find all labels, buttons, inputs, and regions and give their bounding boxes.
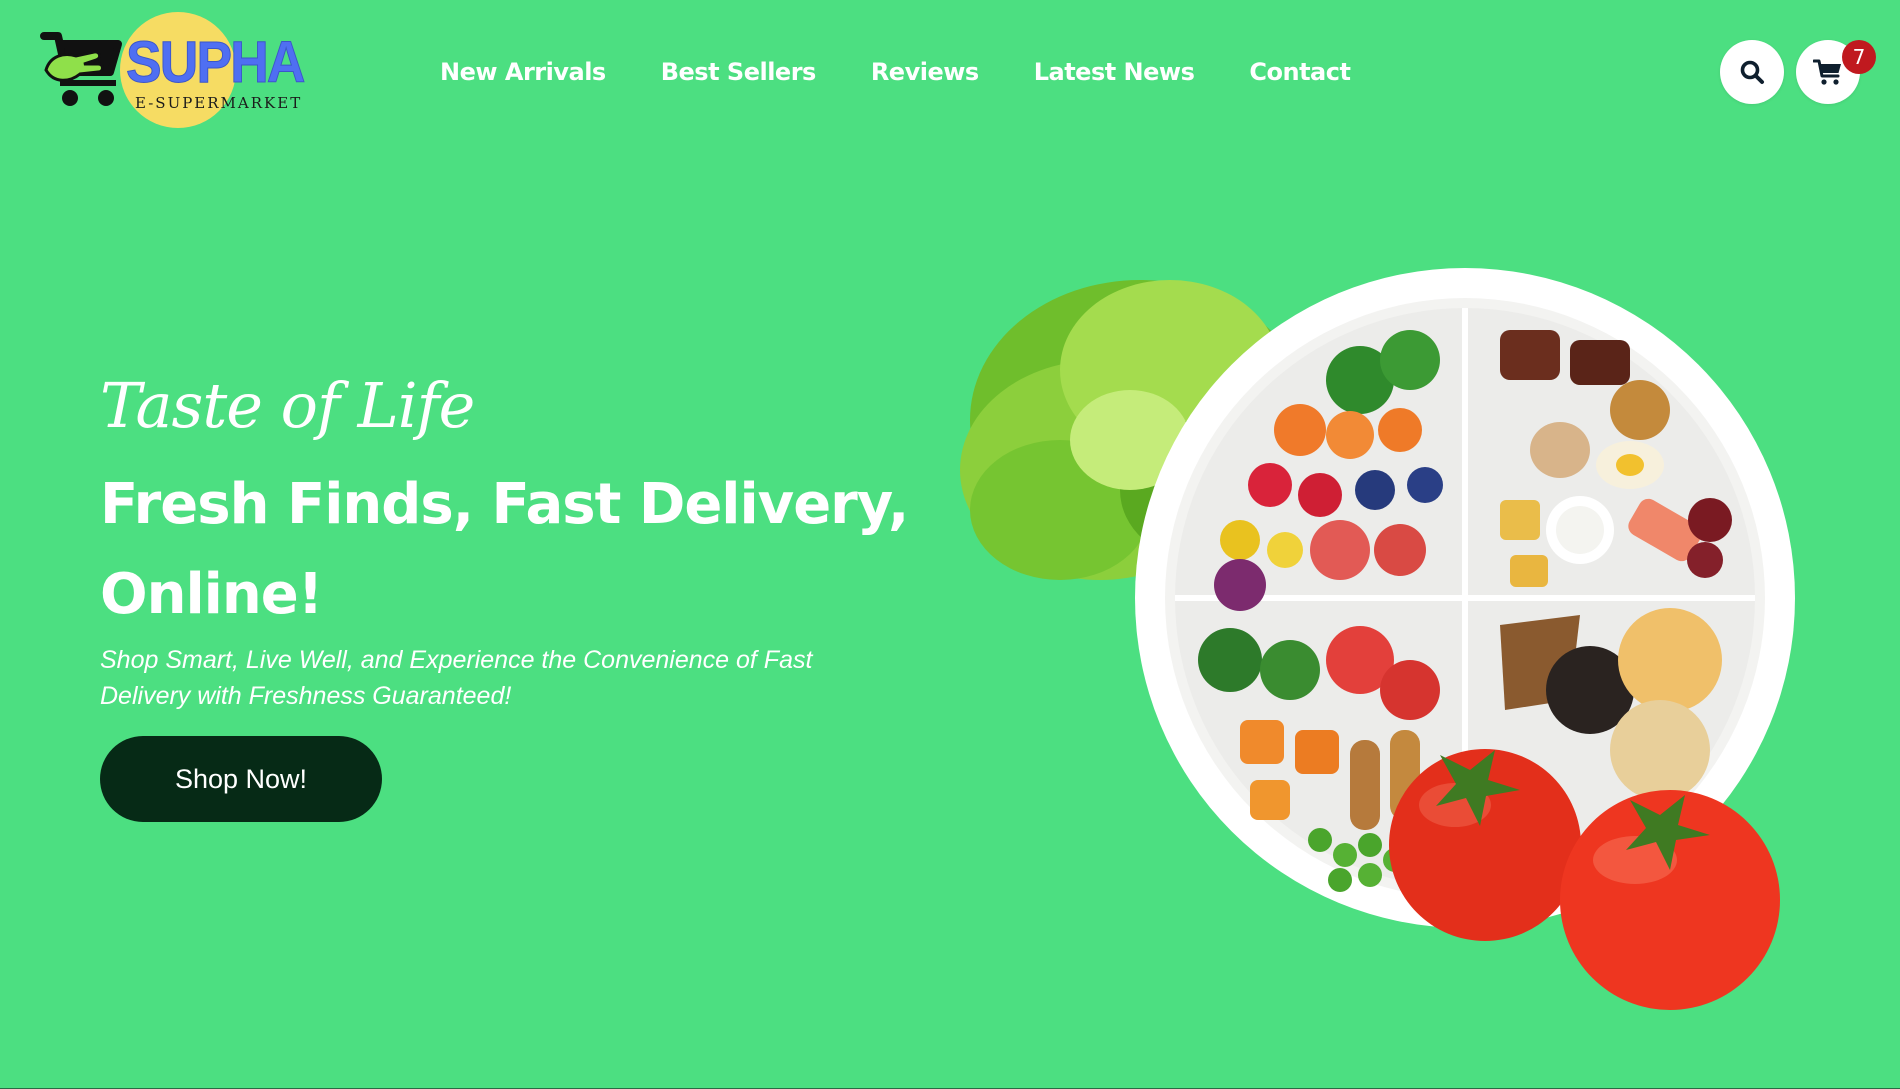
hero-title: Fresh Finds, Fast Delivery, Online! (100, 472, 909, 627)
hero-subtitle: Shop Smart, Live Well, and Experience th… (100, 646, 813, 710)
shopping-cart-icon (1813, 59, 1841, 85)
search-icon (1740, 60, 1764, 84)
nav-contact[interactable]: Contact (1249, 56, 1351, 88)
nav-latest-news[interactable]: Latest News (1034, 56, 1195, 88)
nav-reviews[interactable]: Reviews (871, 56, 979, 88)
nav-new-arrivals[interactable]: New Arrivals (440, 56, 606, 88)
main-nav: New Arrivals Best Sellers Reviews Latest… (440, 56, 1405, 88)
logo-title: SUPHA (126, 30, 306, 95)
site-logo[interactable]: SUPHA E-SUPERMARKET (40, 8, 320, 132)
nav-best-sellers[interactable]: Best Sellers (661, 56, 817, 88)
healthy-food-plate-image (960, 268, 1795, 1010)
shop-now-button[interactable]: Shop Now! (100, 736, 382, 822)
page-background: SUPHA E-SUPERMARKET New Arrivals Best Se… (0, 0, 1900, 1089)
hero-tagline: Taste of Life (100, 369, 475, 442)
cart-count-badge: 7 (1842, 40, 1876, 74)
logo-subtitle: E-SUPERMARKET (135, 94, 303, 112)
search-button[interactable] (1720, 40, 1784, 104)
shopping-cart-icon (40, 32, 122, 106)
